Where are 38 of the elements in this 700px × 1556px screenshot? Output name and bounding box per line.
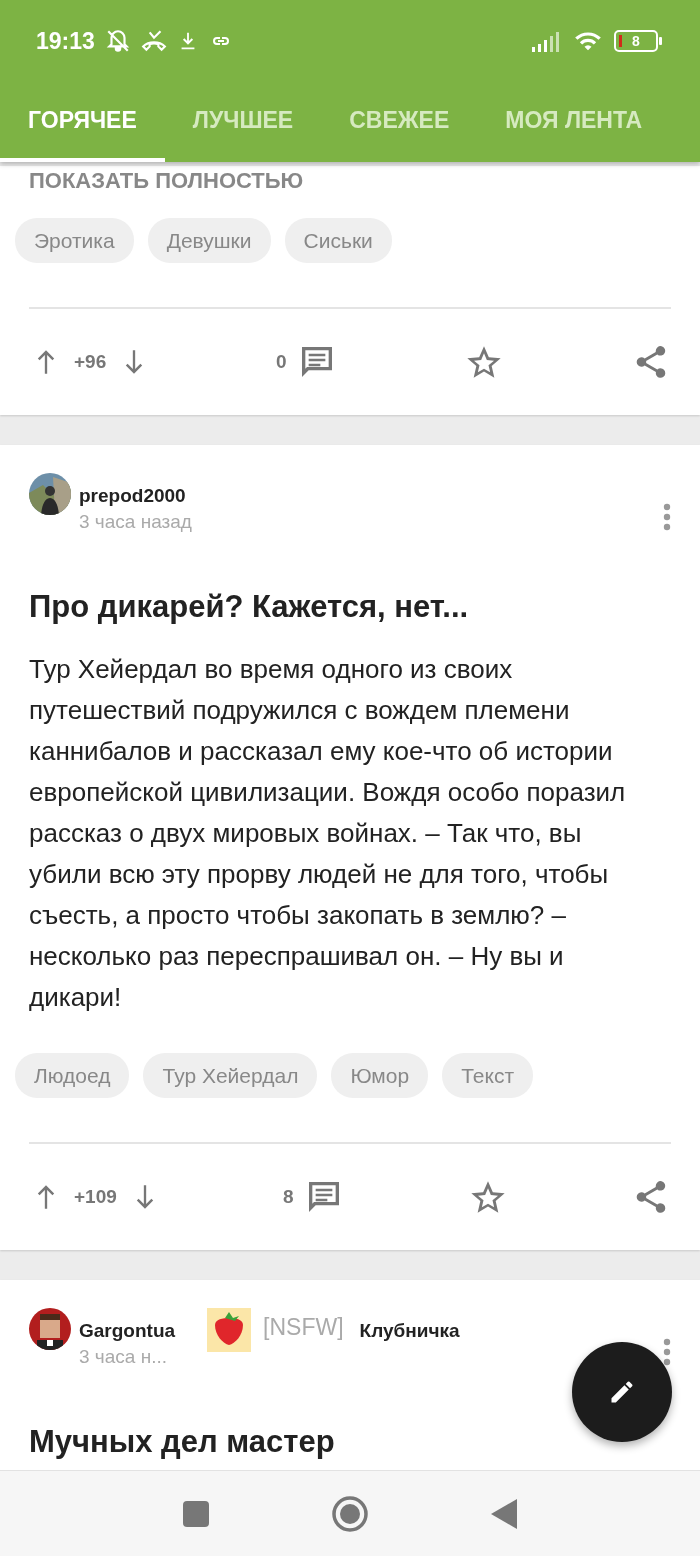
tag-chip[interactable]: Текст xyxy=(442,1053,534,1098)
feed-tab[interactable]: СВЕЖЕЕ xyxy=(321,82,478,162)
post-title: Мучных дел мастер xyxy=(28,1424,336,1460)
post-text: Тур Хейердал во время одного из своих путешествий подружился с вождем племени каннибалов и рассказал ему кое-что об истории европейской цивилизации. Вождя особо поразил рассказ о двух мировых войнах. – Так что, вы убили всю эту прорву людей не для того, чтобы съесть, а просто чтобы закопать в землю? – несколько раз переспрашивал он. – Ну вы и дикари! xyxy=(28,653,627,1014)
strawberry-icon[interactable] xyxy=(207,1308,252,1352)
author-name[interactable]: Gargontua xyxy=(79,1308,176,1342)
avatar[interactable] xyxy=(29,1308,71,1350)
comment-count: 8 xyxy=(283,1186,294,1208)
community-name[interactable]: Клубничка xyxy=(359,1308,460,1342)
nsfw-label: [NSFW] xyxy=(263,1313,344,1341)
post-time: 3 часа н... xyxy=(79,1346,168,1368)
feed-tab[interactable]: ЛУЧШЕЕ xyxy=(164,82,322,162)
tag-chip[interactable]: Юмор xyxy=(331,1053,429,1098)
tag-chip[interactable]: Сиськи xyxy=(284,218,392,263)
tag-chip[interactable]: Тур Хейердал xyxy=(143,1053,318,1098)
battery-level: 8 xyxy=(632,33,640,49)
post-time: 3 часа назад xyxy=(79,511,192,533)
rating: +109 xyxy=(74,1186,117,1208)
tag-chip[interactable]: Девушки xyxy=(147,218,271,263)
home-icon[interactable] xyxy=(331,1495,369,1533)
tag-chip[interactable]: Людоед xyxy=(15,1053,130,1098)
more-icon[interactable] xyxy=(663,503,671,531)
rating: +96 xyxy=(74,351,107,373)
mute-icon xyxy=(104,28,131,54)
square-icon[interactable] xyxy=(181,1499,211,1529)
tag-chip[interactable]: Эротика xyxy=(15,218,134,263)
comment-count: 0 xyxy=(275,351,287,373)
back-icon[interactable] xyxy=(489,1497,519,1531)
show-more-link[interactable]: ПОКАЗАТЬ ПОЛНОСТЬЮ xyxy=(0,166,700,196)
more-icon[interactable] xyxy=(663,1338,671,1366)
signal-icon xyxy=(530,29,562,53)
status-time: 19:13 xyxy=(36,27,95,55)
missed-call-icon xyxy=(140,28,167,54)
post-title: Про дикарей? Кажется, нет... xyxy=(28,589,470,625)
feed-tab[interactable]: ГОРЯЧЕЕ xyxy=(0,82,165,162)
avatar[interactable] xyxy=(29,473,71,515)
feed-tab[interactable]: МОЯ ЛЕНТА xyxy=(477,82,671,162)
author-name[interactable]: prepod2000 xyxy=(79,473,192,507)
